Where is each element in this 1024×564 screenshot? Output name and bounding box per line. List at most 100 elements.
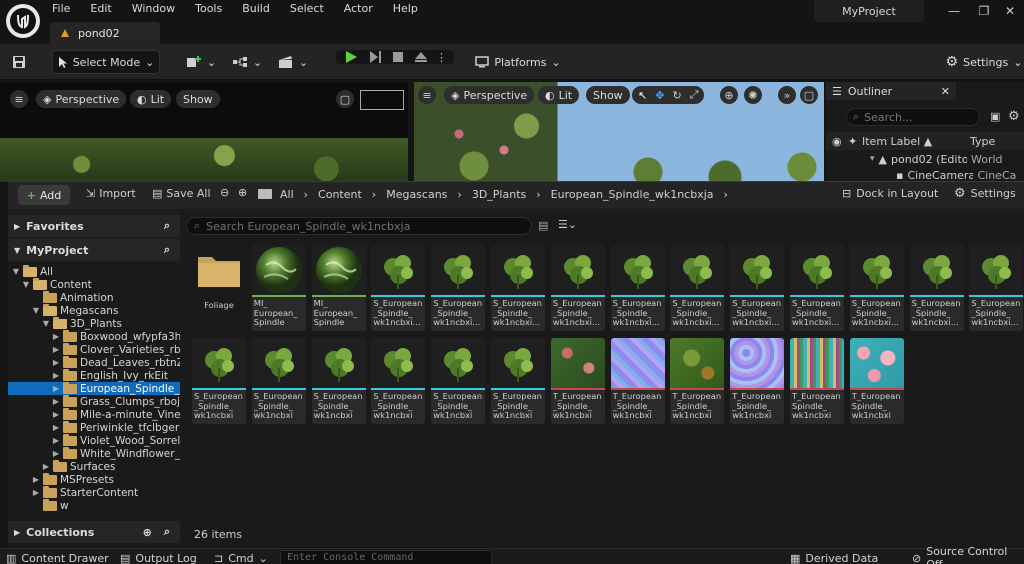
cinematics-icon[interactable]: ⌄ xyxy=(276,50,310,74)
asset-tile[interactable]: T_European Spindle_ wk1ncbxi xyxy=(849,338,904,424)
outliner-row[interactable]: ▪ CineCamera/ CineCa xyxy=(896,168,1024,182)
asset-tile[interactable]: S_European _Spindle_ wk1ncbxi... xyxy=(790,245,844,331)
menu-help[interactable]: Help xyxy=(393,1,418,17)
restore-icon[interactable]: ❐ xyxy=(970,2,998,20)
outliner-tab[interactable]: ☰ Outliner ✕ xyxy=(826,82,956,100)
gear-icon[interactable]: ⚙ xyxy=(1008,109,1020,124)
breadcrumb-item[interactable]: European_Spindle_wk1ncbxja xyxy=(551,188,714,201)
asset-tile[interactable]: S_European _Spindle_ wk1ncbxi... xyxy=(849,245,904,331)
select-mode-dropdown[interactable]: Select Mode ⌄ xyxy=(52,50,160,74)
settings-button[interactable]: ⚙ Settings xyxy=(954,186,1016,201)
folder-tree-item[interactable]: ▼ All xyxy=(8,264,180,278)
viewport-right[interactable]: ≡ ◈ Perspective ◐ Lit Show ↖ ✥ ↻ ⤢ ⊕ ✺ »… xyxy=(414,82,824,182)
viewport-left[interactable]: ≡ ◈ Perspective ◐ Lit Show ▢ xyxy=(0,82,408,182)
menu-actor[interactable]: Actor xyxy=(344,1,373,17)
folder-tree-item[interactable]: ▶ StarterContent xyxy=(8,485,180,499)
asset-tile[interactable]: T_European _Spindle_ wk1ncbxi xyxy=(730,338,785,424)
select-tool-icon[interactable]: ↖ xyxy=(638,89,647,102)
project-header[interactable]: ▼ MyProject ⌕ xyxy=(8,239,180,261)
play-icon[interactable] xyxy=(344,50,358,64)
caret-right-icon[interactable]: ▶ xyxy=(52,332,60,341)
scale-tool-icon[interactable]: ⤢ xyxy=(690,88,699,102)
asset-tile[interactable]: S_European _Spindle_ wk1ncbxi... xyxy=(670,245,725,331)
save-all-button[interactable]: ▤ Save All xyxy=(152,187,211,200)
asset-tile[interactable]: S_European _Spindle_ wk1ncbxi xyxy=(251,338,306,424)
caret-right-icon[interactable]: ▶ xyxy=(52,436,60,445)
asset-tile[interactable]: S_European _Spindle_ wk1ncbxi... xyxy=(969,245,1024,331)
folder-tree-item[interactable]: ▶ Dead_Leaves_rbtnZ xyxy=(8,355,180,369)
asset-folder[interactable]: Foliage xyxy=(192,245,246,331)
dock-in-layout-button[interactable]: ⊟ Dock in Layout xyxy=(842,187,938,200)
settings-dropdown[interactable]: ⚙ Settings ⌄ xyxy=(944,50,1024,74)
rotate-tool-icon[interactable]: ↻ xyxy=(672,89,681,102)
output-log-button[interactable]: ▤ Output Log xyxy=(120,551,197,564)
folder-tree-item[interactable]: ▼ Content xyxy=(8,277,180,291)
folder-tree-item[interactable]: ▶ English_Ivy_rkEit xyxy=(8,368,180,382)
breadcrumb-item[interactable]: 3D_Plants xyxy=(472,188,526,201)
caret-right-icon[interactable]: ▶ xyxy=(52,410,60,419)
breadcrumb-separator-icon[interactable]: › xyxy=(304,188,308,201)
stop-icon[interactable] xyxy=(392,51,404,63)
breadcrumb-item[interactable]: Content xyxy=(318,188,362,201)
asset-tile[interactable]: S_European _Spindle_ wk1ncbxi xyxy=(491,338,545,424)
folder-tree-item[interactable]: ▶ White_Windflower_s xyxy=(8,446,180,460)
caret-down-icon[interactable]: ▼ xyxy=(32,306,40,315)
menu-build[interactable]: Build xyxy=(242,1,270,17)
caret-right-icon[interactable]: ▶ xyxy=(32,488,40,497)
breadcrumb-separator-icon[interactable]: › xyxy=(536,188,540,201)
asset-tile[interactable]: S_European _Spindle_ wk1ncbxi... xyxy=(909,245,964,331)
console-input[interactable]: Enter Console Command xyxy=(280,550,492,564)
caret-right-icon[interactable]: ▶ xyxy=(52,397,60,406)
folder-tree-item[interactable]: ▶ Grass_Clumps_rboji xyxy=(8,394,180,408)
asset-tile[interactable]: MI_ European_ Spindle xyxy=(311,245,366,331)
add-button[interactable]: + Add xyxy=(18,185,70,205)
asset-tile[interactable]: S_European _Spindle_ wk1ncbxi... xyxy=(371,245,426,331)
show-button[interactable]: Show xyxy=(586,86,630,104)
unreal-logo-icon[interactable] xyxy=(6,4,40,38)
asset-tile[interactable]: T_European _Spindle_ wk1ncbxi xyxy=(670,338,725,424)
caret-right-icon[interactable]: ▶ xyxy=(52,358,60,367)
search-icon[interactable]: ⌕ xyxy=(164,243,170,257)
folder-tree-item[interactable]: ▶ Violet_Wood_Sorrel_ xyxy=(8,433,180,447)
caret-right-icon[interactable]: ▶ xyxy=(52,384,60,393)
asset-tile[interactable]: S_European _Spindle_ wk1ncbxi... xyxy=(730,245,785,331)
asset-tile[interactable]: S_European _Spindle_ wk1ncbxi xyxy=(311,338,366,424)
back-icon[interactable]: ⊖ xyxy=(220,186,229,199)
folder-tree-item[interactable]: w xyxy=(8,498,180,512)
add-content-icon[interactable]: ⌄ xyxy=(184,50,218,74)
caret-down-icon[interactable]: ▼ xyxy=(12,267,20,276)
close-icon[interactable]: ✕ xyxy=(996,2,1024,20)
caret-right-icon[interactable]: ▶ xyxy=(42,462,50,471)
eject-icon[interactable] xyxy=(414,51,428,63)
blueprint-icon[interactable]: ⌄ xyxy=(230,50,264,74)
caret-right-icon[interactable]: ▶ xyxy=(32,475,40,484)
folder-tree-item[interactable]: ▶ MSPresets xyxy=(8,472,180,486)
level-tab[interactable]: pond02 xyxy=(50,22,160,44)
folder-tree-item[interactable]: ▼ 3D_Plants xyxy=(8,316,180,330)
close-icon[interactable]: ✕ xyxy=(941,85,950,98)
forward-icon[interactable]: ⊕ xyxy=(238,186,247,199)
asset-tile[interactable]: S_European _Spindle_ wk1ncbxi... xyxy=(550,245,605,331)
folder-tree-item[interactable]: ▶ Boxwood_wfypfa3h xyxy=(8,329,180,343)
folder-tree-item[interactable]: Animation xyxy=(8,290,180,304)
breadcrumb-item[interactable]: All xyxy=(280,188,294,201)
asset-tile[interactable]: MI_ European_ Spindle xyxy=(251,245,306,331)
perspective-button[interactable]: ◈ Perspective xyxy=(444,86,535,104)
content-drawer-button[interactable]: ▥ Content Drawer xyxy=(6,551,109,564)
folder-icon[interactable] xyxy=(258,189,272,199)
lit-button[interactable]: ◐ Lit xyxy=(130,90,172,108)
asset-tile[interactable]: S_European _Spindle_ wk1ncbxi... xyxy=(610,245,665,331)
menu-window[interactable]: Window xyxy=(132,1,175,17)
layout-grid-icon[interactable] xyxy=(360,90,404,110)
asset-tile[interactable]: T_European _Spindle_ wk1ncbxi xyxy=(610,338,665,424)
asset-tile[interactable]: S_European _Spindle_ wk1ncbxi... xyxy=(491,245,545,331)
folder-tree-item[interactable]: ▼ Megascans xyxy=(8,303,180,317)
menu-select[interactable]: Select xyxy=(290,1,324,17)
source-control-button[interactable]: ⊘ Source Control Off xyxy=(912,545,1024,564)
asset-tile[interactable]: S_European _Spindle_ wk1ncbxi xyxy=(192,338,246,424)
asset-tile[interactable]: S_European _Spindle_ wk1ncbxi... xyxy=(431,245,486,331)
pin-icon[interactable]: ✦ xyxy=(848,135,862,148)
asset-tile[interactable]: S_European _Spindle_ wk1ncbxi xyxy=(431,338,486,424)
col-item-label[interactable]: Item Label ▲ xyxy=(862,135,970,148)
breadcrumb-separator-icon[interactable]: › xyxy=(372,188,376,201)
